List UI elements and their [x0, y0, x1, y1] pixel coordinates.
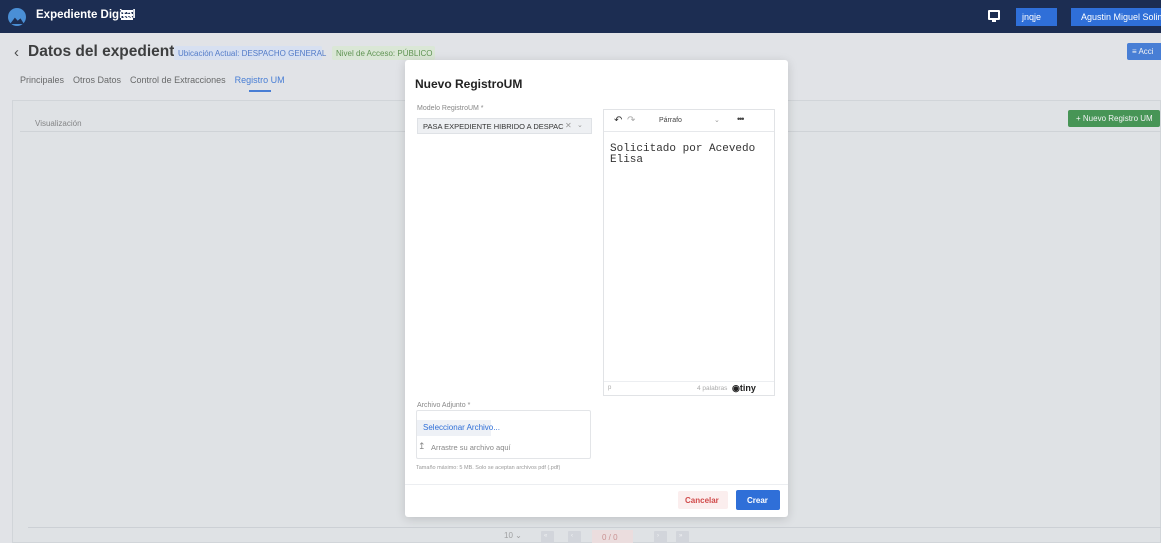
element-path: p	[608, 385, 612, 391]
model-select-value: PASA EXPEDIENTE HIBRIDO A DESPAC	[423, 122, 564, 131]
drag-hint: Arrastre su archivo aquí	[431, 443, 511, 452]
app-logo-icon	[8, 8, 26, 26]
model-field-label: Modelo RegistroUM *	[417, 105, 484, 112]
user-menu-button[interactable]: Agustin Miguel Solimo	[1071, 8, 1161, 26]
clear-icon[interactable]: ✕	[565, 121, 572, 130]
editor-statusbar: p 4 palabras ◉tiny	[604, 381, 774, 395]
rich-text-editor[interactable]: ↶ ↷ Párrafo ⌄ ••• Solicitado por Acevedo…	[603, 109, 775, 396]
divider	[405, 484, 788, 485]
modal-title: Nuevo RegistroUM	[415, 77, 523, 91]
chevron-down-icon[interactable]: ⌄	[577, 121, 583, 129]
file-size-hint: Tamaño máximo: 5 MB. Solo se aceptan arc…	[416, 465, 561, 471]
redo-icon[interactable]: ↷	[627, 115, 635, 126]
user-code-button[interactable]: jnqje	[1016, 8, 1057, 26]
attachment-field-label: Archivo Adjunto *	[417, 402, 471, 409]
chevron-down-icon[interactable]: ⌄	[714, 116, 720, 124]
top-bar: Expediente Digital jnqje Agustin Miguel …	[0, 0, 1161, 33]
cancel-button[interactable]: Cancelar	[678, 491, 728, 509]
undo-icon[interactable]: ↶	[614, 115, 622, 126]
new-registro-um-modal: Nuevo RegistroUM Modelo RegistroUM * PAS…	[405, 60, 788, 517]
word-count: 4 palabras	[697, 385, 728, 392]
create-button[interactable]: Crear	[736, 490, 780, 510]
monitor-icon[interactable]	[988, 10, 1000, 22]
model-select[interactable]: PASA EXPEDIENTE HIBRIDO A DESPAC ✕ ⌄	[417, 118, 592, 134]
tiny-logo: ◉tiny	[732, 383, 756, 393]
hamburger-menu-icon[interactable]	[121, 10, 133, 20]
editor-toolbar: ↶ ↷ Párrafo ⌄ •••	[604, 110, 774, 132]
upload-icon: ↥	[418, 441, 426, 451]
more-icon[interactable]: •••	[737, 114, 745, 124]
select-file-button[interactable]: Seleccionar Archivo...	[417, 420, 500, 436]
editor-content[interactable]: Solicitado por Acevedo Elisa	[610, 144, 770, 166]
block-format-select[interactable]: Párrafo	[659, 117, 682, 124]
